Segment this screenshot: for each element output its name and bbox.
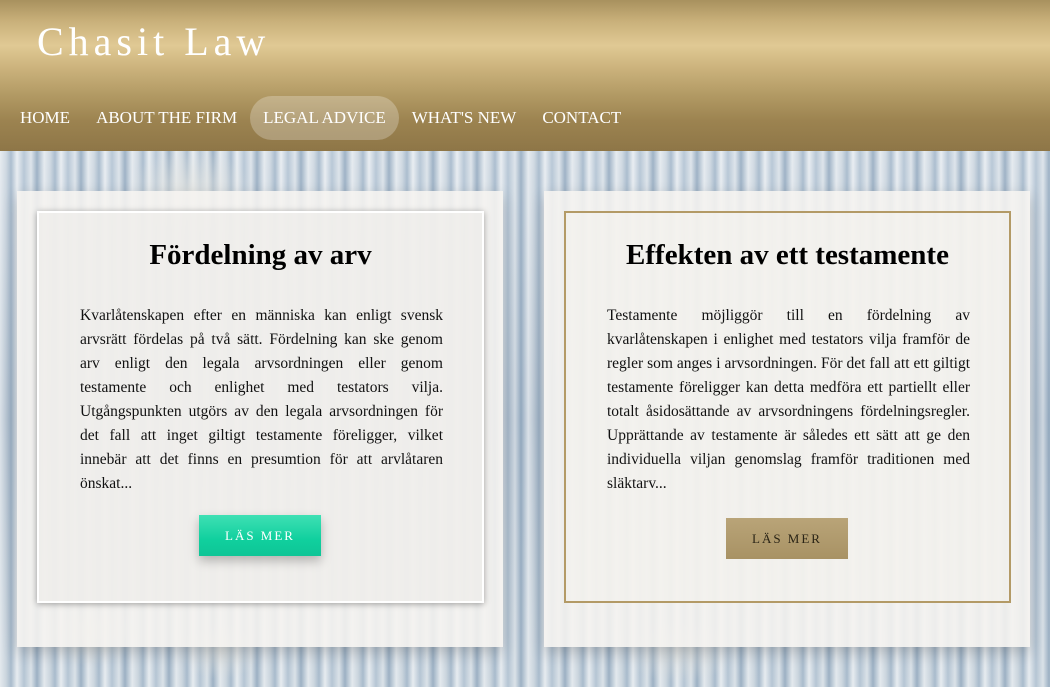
nav-whats-new[interactable]: WHAT'S NEW	[399, 96, 530, 140]
card-title: Fördelning av arv	[149, 239, 372, 271]
info-card: Fördelning av arv Kvarlåtenskapen efter …	[37, 211, 484, 603]
card-text: Testamente möjliggör till en fördelning …	[607, 307, 970, 492]
nav-contact[interactable]: CONTACT	[529, 96, 634, 140]
card-panel-testament: Effekten av ett testamente Testamente mö…	[544, 191, 1030, 647]
card-title: Effekten av ett testamente	[626, 239, 949, 271]
nav-home[interactable]: HOME	[7, 96, 83, 140]
read-more-button[interactable]: LÄS MER	[726, 518, 848, 559]
main-nav: HOME ABOUT THE FIRM LEGAL ADVICE WHAT'S …	[7, 96, 634, 140]
nav-legal-advice[interactable]: LEGAL ADVICE	[250, 96, 399, 140]
card-panel-inheritance: Fördelning av arv Kvarlåtenskapen efter …	[17, 191, 503, 647]
nav-about-the-firm[interactable]: ABOUT THE FIRM	[83, 96, 250, 140]
info-card: Effekten av ett testamente Testamente mö…	[564, 211, 1011, 603]
read-more-button[interactable]: LÄS MER	[199, 515, 321, 556]
site-logo[interactable]: Chasit Law	[37, 18, 270, 65]
card-text: Kvarlåtenskapen efter en människa kan en…	[80, 307, 443, 492]
site-header: Chasit Law HOME ABOUT THE FIRM LEGAL ADV…	[0, 0, 1050, 151]
